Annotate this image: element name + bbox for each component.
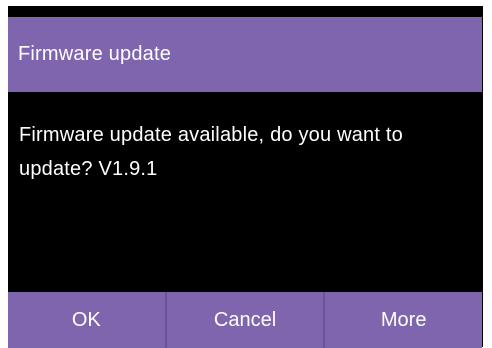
cancel-button[interactable]: Cancel [164,292,324,348]
dialog-button-bar: OK Cancel More [8,292,483,348]
dialog-title: Firmware update [18,43,172,65]
dialog-message: Firmware update available, do you want t… [19,124,403,180]
more-button[interactable]: More [323,292,483,348]
firmware-update-dialog: Firmware update Firmware update availabl… [8,6,483,348]
ok-button[interactable]: OK [8,292,165,348]
